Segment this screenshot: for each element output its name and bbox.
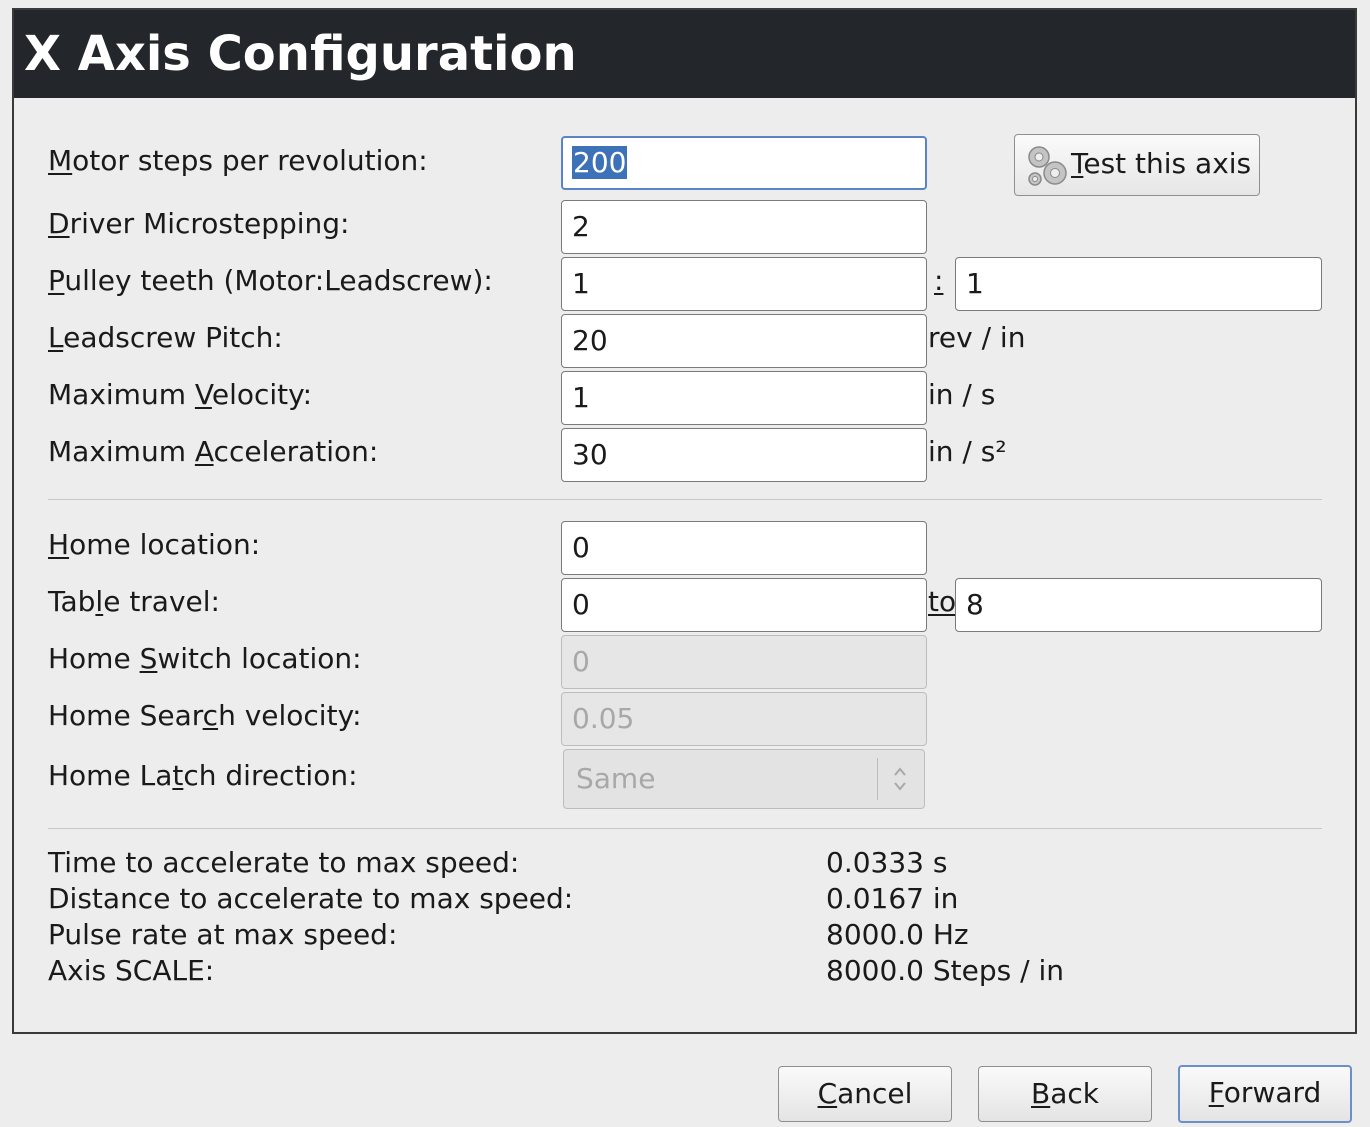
table-travel-label: Table travel: <box>48 585 220 618</box>
test-axis-label: Test this axis <box>1071 147 1252 180</box>
motor-steps-value: 200 <box>572 146 628 179</box>
home-switch-label: Home Switch location: <box>48 642 362 675</box>
home-search-label: Home Search velocity: <box>48 699 362 732</box>
max-accel-input[interactable]: 30 <box>561 428 927 482</box>
travel-min-input[interactable]: 0 <box>561 578 927 632</box>
pulley-motor-input[interactable]: 1 <box>561 257 927 311</box>
axis-scale-value: 8000.0 Steps / in <box>826 954 1064 987</box>
time-accel-value: 0.0333 s <box>826 846 948 879</box>
travel-max-input[interactable]: 8 <box>955 578 1322 632</box>
gears-icon <box>1028 146 1067 186</box>
pulse-rate-value: 8000.0 Hz <box>826 918 969 951</box>
home-latch-select[interactable]: Same <box>563 749 925 809</box>
travel-to-label: to <box>928 585 957 618</box>
leadscrew-pitch-input[interactable]: 20 <box>561 314 927 368</box>
max-accel-label: Maximum Acceleration: <box>48 435 379 468</box>
distance-accel-label: Distance to accelerate to max speed: <box>48 882 574 915</box>
updown-arrows-icon <box>894 767 906 791</box>
max-velocity-label: Maximum Velocity: <box>48 378 313 411</box>
home-location-label: Home location: <box>48 528 261 561</box>
motor-steps-input[interactable]: 200 <box>561 136 927 190</box>
divider <box>48 828 1322 829</box>
pulley-label: Pulley teeth (Motor:Leadscrew): <box>48 264 493 297</box>
divider <box>48 499 1322 500</box>
accel-unit: in / s² <box>928 435 1007 468</box>
pulse-rate-label: Pulse rate at max speed: <box>48 918 398 951</box>
home-latch-label: Home Latch direction: <box>48 759 358 792</box>
pulley-separator: : <box>934 264 944 297</box>
back-button[interactable]: Back <box>978 1066 1152 1122</box>
combo-separator <box>877 758 878 800</box>
home-location-input[interactable]: 0 <box>561 521 927 575</box>
pulley-leadscrew-input[interactable]: 1 <box>955 257 1322 311</box>
microstepping-input[interactable]: 2 <box>561 200 927 254</box>
cancel-button[interactable]: Cancel <box>778 1066 952 1122</box>
microstepping-label: Driver Microstepping: <box>48 207 350 240</box>
max-velocity-input[interactable]: 1 <box>561 371 927 425</box>
home-latch-value: Same <box>576 762 656 795</box>
distance-accel-value: 0.0167 in <box>826 882 959 915</box>
home-switch-input[interactable]: 0 <box>561 635 927 689</box>
pitch-unit: rev / in <box>928 321 1026 354</box>
axis-scale-label: Axis SCALE: <box>48 954 215 987</box>
leadscrew-pitch-label: Leadscrew Pitch: <box>48 321 283 354</box>
dialog-title: X Axis Configuration <box>14 10 1355 98</box>
time-accel-label: Time to accelerate to max speed: <box>48 846 520 879</box>
test-axis-button[interactable]: Test this axis <box>1014 134 1260 196</box>
home-search-input[interactable]: 0.05 <box>561 692 927 746</box>
forward-button[interactable]: Forward <box>1178 1065 1352 1123</box>
motor-steps-label: Motor steps per revolution: <box>48 144 428 177</box>
velocity-unit: in / s <box>928 378 996 411</box>
